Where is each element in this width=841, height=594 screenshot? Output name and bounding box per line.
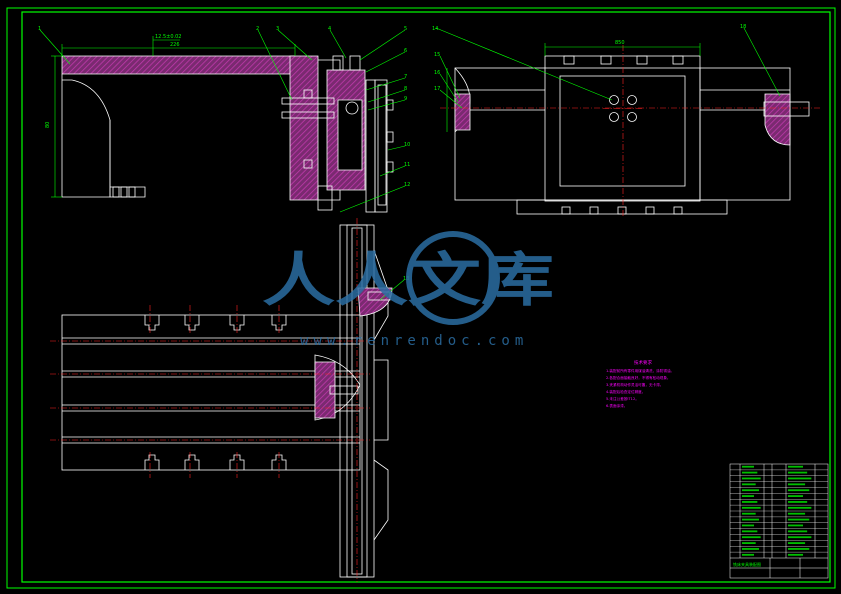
watermark: 人人文库 www.renrendoc.com [262, 231, 554, 349]
svg-text:7: 7 [404, 74, 407, 80]
bom-cell-mark [788, 553, 803, 556]
bom-cell-mark [788, 548, 810, 550]
plan-clamp-hatch [314, 361, 336, 419]
bom-cell-mark [742, 536, 761, 539]
svg-text:2: 2 [256, 26, 259, 32]
dim-width-right: 850 [615, 40, 625, 46]
bom-cell-mark [742, 465, 754, 468]
dim-length-top: 226 [170, 42, 180, 48]
bom-cell-mark [788, 477, 812, 480]
bom-cell-mark [788, 471, 808, 474]
bom-cell-mark [788, 518, 810, 521]
side-left-hatch [454, 93, 471, 131]
svg-text:9: 9 [404, 96, 407, 102]
tech-line: 3.夹紧机构动作灵活可靠，无卡滞。 [606, 382, 663, 387]
bom-cells [742, 465, 812, 556]
tech-requirements-title: 技术要求 [634, 359, 652, 366]
svg-text:10: 10 [404, 142, 410, 148]
column-section [289, 55, 319, 201]
svg-text:15: 15 [434, 52, 440, 58]
side-view [454, 55, 810, 215]
front-view [61, 55, 394, 213]
side-view-dims [435, 27, 781, 132]
bom-cell-mark [742, 512, 756, 515]
bom-cell-mark [788, 465, 803, 468]
title-block [729, 463, 829, 579]
svg-text:4: 4 [328, 26, 331, 32]
arm-body [61, 74, 111, 198]
bom-cell-mark [788, 542, 806, 544]
svg-text:14: 14 [432, 26, 438, 32]
bom-cell-mark [788, 495, 803, 497]
bom-cell-mark [742, 483, 756, 486]
watermark-brand: 人人文库 [262, 246, 554, 314]
svg-text:12: 12 [404, 182, 410, 188]
drawing-sheet: 226 12.5±0.02 80 1 2 3 4 5 6 7 8 9 10 11… [6, 7, 836, 589]
bom-cell-mark [788, 501, 808, 503]
bom-cell-mark [742, 495, 754, 497]
bom-cell-mark [742, 477, 761, 480]
bom-cell-mark [788, 506, 812, 509]
bom-cell-mark [742, 548, 759, 550]
bom-cell-mark [788, 489, 810, 492]
bom-cell-mark [788, 512, 806, 515]
watermark-url: www.renrendoc.com [300, 333, 528, 349]
tech-line: 1.装配前所有零件用煤油清洗，涂防锈油。 [606, 368, 674, 373]
tech-requirements: 技术要求 1.装配前所有零件用煤油清洗，涂防锈油。 2.各配合面接触良好，不得有… [606, 359, 674, 408]
svg-text:18: 18 [740, 24, 746, 30]
dim-offset: 12.5±0.02 [155, 34, 181, 40]
bom-rows [730, 469, 828, 553]
bom-cell-mark [788, 536, 812, 539]
tech-line: 6.表面涂漆。 [606, 403, 627, 408]
svg-text:6: 6 [404, 48, 407, 54]
svg-text:3: 3 [276, 26, 279, 32]
bom-cell-mark [742, 501, 758, 503]
svg-text:8: 8 [404, 86, 407, 92]
svg-text:16: 16 [434, 70, 440, 76]
bom-cell-mark [742, 506, 761, 509]
bom-cell-mark [742, 524, 754, 527]
side-view-balloons: 14 15 16 17 18 [432, 24, 746, 92]
tech-line: 2.各配合面接触良好，不得有松动现象。 [606, 375, 671, 380]
dim-height-left: 80 [45, 122, 51, 128]
svg-text:17: 17 [434, 86, 440, 92]
bom-cell-mark [742, 518, 759, 521]
arm-section [61, 55, 296, 75]
bom-cell-mark [742, 542, 756, 544]
bom-cell-mark [742, 489, 759, 492]
svg-text:1: 1 [38, 26, 41, 32]
drawing-name: 铣床夹具装配图 [733, 561, 761, 567]
side-view-centerlines [440, 45, 820, 218]
tech-line: 4.装配后检查定位精度。 [606, 389, 645, 394]
bom-cell-mark [788, 530, 808, 533]
tech-line: 5.未注公差按IT12。 [606, 396, 639, 401]
bom-cell-mark [788, 524, 803, 527]
svg-text:11: 11 [404, 162, 410, 168]
bom-cell-mark [742, 471, 758, 474]
bom-cell-mark [742, 553, 754, 556]
svg-text:5: 5 [404, 26, 407, 32]
bom-cell-mark [788, 483, 806, 486]
bom-cell-mark [742, 530, 758, 533]
